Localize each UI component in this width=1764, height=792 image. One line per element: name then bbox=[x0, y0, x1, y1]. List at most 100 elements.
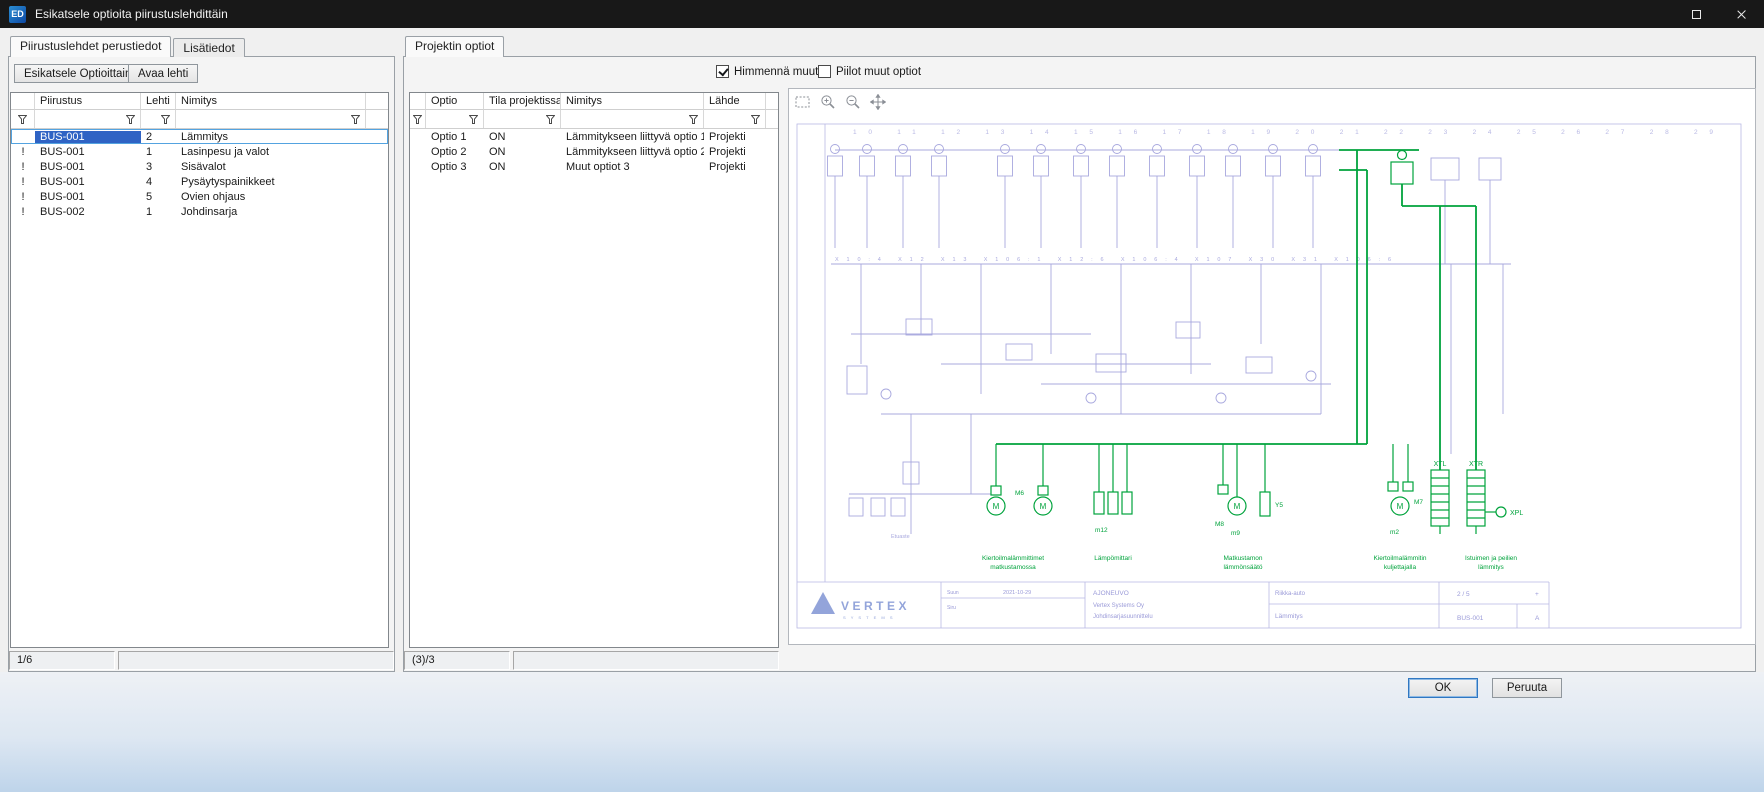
cell-nimitys: Lämmitykseen liittyvä optio 2 bbox=[561, 146, 704, 158]
sheet-row[interactable]: ! BUS-001 3 Sisävalot bbox=[11, 159, 388, 174]
options-statusbar: (3)/3 bbox=[404, 651, 779, 670]
schematic-drawing: 10 11 12 13 14 15 16 17 18 19 20 21 22 2… bbox=[791, 114, 1753, 642]
col-nimitys[interactable]: Nimitys bbox=[176, 93, 366, 110]
cell-tila: ON bbox=[484, 161, 561, 173]
filter-cell[interactable] bbox=[35, 110, 141, 128]
sheet-row[interactable]: BUS-001 2 Lämmitys bbox=[11, 129, 388, 144]
filter-cell[interactable] bbox=[561, 110, 704, 128]
filter-icon[interactable] bbox=[351, 115, 360, 124]
filter-icon[interactable] bbox=[161, 115, 170, 124]
status-filler bbox=[513, 651, 779, 670]
cell-optio: Optio 3 bbox=[426, 161, 484, 173]
cell-nimitys: Muut optiot 3 bbox=[561, 161, 704, 173]
col-nimitys[interactable]: Nimitys bbox=[561, 93, 704, 110]
sheets-statusbar: 1/6 bbox=[9, 651, 394, 670]
highlighted-circuit bbox=[987, 150, 1506, 534]
cancel-button[interactable]: Peruuta bbox=[1492, 678, 1562, 698]
cell-nimitys: Johdinsarja bbox=[176, 206, 366, 218]
option-row[interactable]: Optio 3 ON Muut optiot 3 Projekti bbox=[410, 159, 778, 174]
logo-subtext: S Y S T E M S bbox=[843, 615, 895, 620]
preview-by-options-button[interactable]: Esikatsele Optioittain bbox=[14, 64, 141, 83]
tb-designer: Siru bbox=[947, 605, 956, 611]
filter-cell[interactable] bbox=[11, 110, 35, 128]
sheet-row[interactable]: ! BUS-001 4 Pysäytyspainikkeet bbox=[11, 174, 388, 189]
zoom-in-icon[interactable] bbox=[819, 94, 837, 110]
tb-project: Riikka-auto bbox=[1275, 591, 1306, 597]
option-row[interactable]: Optio 2 ON Lämmitykseen liittyvä optio 2… bbox=[410, 144, 778, 159]
group-caption: kuljettajalla bbox=[1384, 564, 1417, 571]
pan-icon[interactable] bbox=[869, 94, 887, 110]
tab-lisatiedot[interactable]: Lisätiedot bbox=[173, 38, 244, 57]
component-label: m12 bbox=[1095, 527, 1108, 534]
col-optio[interactable]: Optio bbox=[426, 93, 484, 110]
sheets-table: Piirustus Lehti Nimitys BUS-001 2 Lämmit… bbox=[10, 92, 389, 648]
connector-name: XPL bbox=[1510, 510, 1523, 517]
close-button[interactable] bbox=[1719, 0, 1764, 28]
tab-perustiedot[interactable]: Piirustuslehdet perustiedot bbox=[10, 36, 171, 57]
filter-icon[interactable] bbox=[689, 115, 698, 124]
motor-symbol: M bbox=[1234, 502, 1241, 511]
tb-sheet-title: Lämmitys bbox=[1275, 613, 1304, 620]
cell-tila: ON bbox=[484, 146, 561, 158]
window-title: Esikatsele optioita piirustuslehdittäin bbox=[35, 7, 228, 21]
checkbox-box-icon bbox=[716, 65, 729, 78]
filter-cell[interactable] bbox=[484, 110, 561, 128]
group-caption: matkustamossa bbox=[990, 564, 1036, 571]
col-lehti[interactable]: Lehti bbox=[141, 93, 176, 110]
open-sheet-button[interactable]: Avaa lehti bbox=[128, 64, 198, 83]
zoom-out-icon[interactable] bbox=[844, 94, 862, 110]
group-caption: Kiertoilmalämmitin bbox=[1373, 555, 1426, 562]
motor-symbol: M bbox=[1397, 502, 1404, 511]
filter-cell[interactable] bbox=[704, 110, 766, 128]
group-caption: lämmönsäätö bbox=[1223, 564, 1262, 571]
tb-company: Vertex Systems Oy bbox=[1093, 603, 1144, 609]
logo-text: VERTEX bbox=[841, 599, 910, 613]
filter-cell[interactable] bbox=[410, 110, 426, 128]
group-caption: Istuimen ja peilien bbox=[1465, 555, 1517, 562]
hide-others-checkbox[interactable]: Piilot muut optiot bbox=[818, 65, 921, 78]
sheet-row[interactable]: ! BUS-002 1 Johdinsarja bbox=[11, 204, 388, 219]
close-icon bbox=[1736, 9, 1747, 20]
tb-sheet-number: 2 / 5 bbox=[1457, 591, 1470, 598]
filter-icon[interactable] bbox=[751, 115, 760, 124]
filter-icon[interactable] bbox=[546, 115, 555, 124]
cell-lehti: 1 bbox=[141, 146, 176, 158]
filter-cell bbox=[766, 110, 778, 128]
filter-icon[interactable] bbox=[469, 115, 478, 124]
ok-button[interactable]: OK bbox=[1408, 678, 1478, 698]
zoom-window-icon[interactable] bbox=[794, 94, 812, 110]
col-piirustus[interactable]: Piirustus bbox=[35, 93, 141, 110]
filter-cell[interactable] bbox=[426, 110, 484, 128]
row-flag: ! bbox=[11, 206, 35, 218]
cell-nimitys: Lämmitykseen liittyvä optio 1 bbox=[561, 131, 704, 143]
group-caption: Lämpömittari bbox=[1094, 555, 1132, 562]
col-lahde[interactable]: Lähde bbox=[704, 93, 766, 110]
cell-tila: ON bbox=[484, 131, 561, 143]
filter-cell[interactable] bbox=[141, 110, 176, 128]
sheet-row[interactable]: ! BUS-001 1 Lasinpesu ja valot bbox=[11, 144, 388, 159]
titlebar: ED Esikatsele optioita piirustuslehdittä… bbox=[0, 0, 1764, 28]
cell-lehti: 2 bbox=[141, 131, 176, 143]
sheet-row[interactable]: ! BUS-001 5 Ovien ohjaus bbox=[11, 189, 388, 204]
filter-icon[interactable] bbox=[18, 115, 27, 124]
options-table-header: Optio Tila projektissa Nimitys Lähde bbox=[410, 93, 778, 110]
col-flag[interactable] bbox=[410, 93, 426, 110]
cell-optio: Optio 2 bbox=[426, 146, 484, 158]
filter-icon[interactable] bbox=[413, 115, 422, 124]
option-row[interactable]: Optio 1 ON Lämmitykseen liittyvä optio 1… bbox=[410, 129, 778, 144]
cell-lahde: Projekti bbox=[704, 146, 766, 158]
filter-icon[interactable] bbox=[126, 115, 135, 124]
dim-others-checkbox[interactable]: Himmennä muut bbox=[716, 65, 818, 78]
maximize-button[interactable] bbox=[1674, 0, 1719, 28]
cell-piirustus: BUS-001 bbox=[35, 146, 141, 158]
filter-cell[interactable] bbox=[176, 110, 366, 128]
col-tila[interactable]: Tila projektissa bbox=[484, 93, 561, 110]
sheets-filter-row bbox=[11, 110, 388, 129]
tab-projektin-optiot[interactable]: Projektin optiot bbox=[405, 36, 504, 57]
col-flag[interactable] bbox=[11, 93, 35, 110]
component-label: M7 bbox=[1414, 499, 1423, 506]
option-count: (3)/3 bbox=[404, 651, 510, 670]
checkbox-label: Piilot muut optiot bbox=[836, 66, 921, 78]
component-label: M8 bbox=[1215, 521, 1224, 528]
motor-symbol: M bbox=[1040, 502, 1047, 511]
